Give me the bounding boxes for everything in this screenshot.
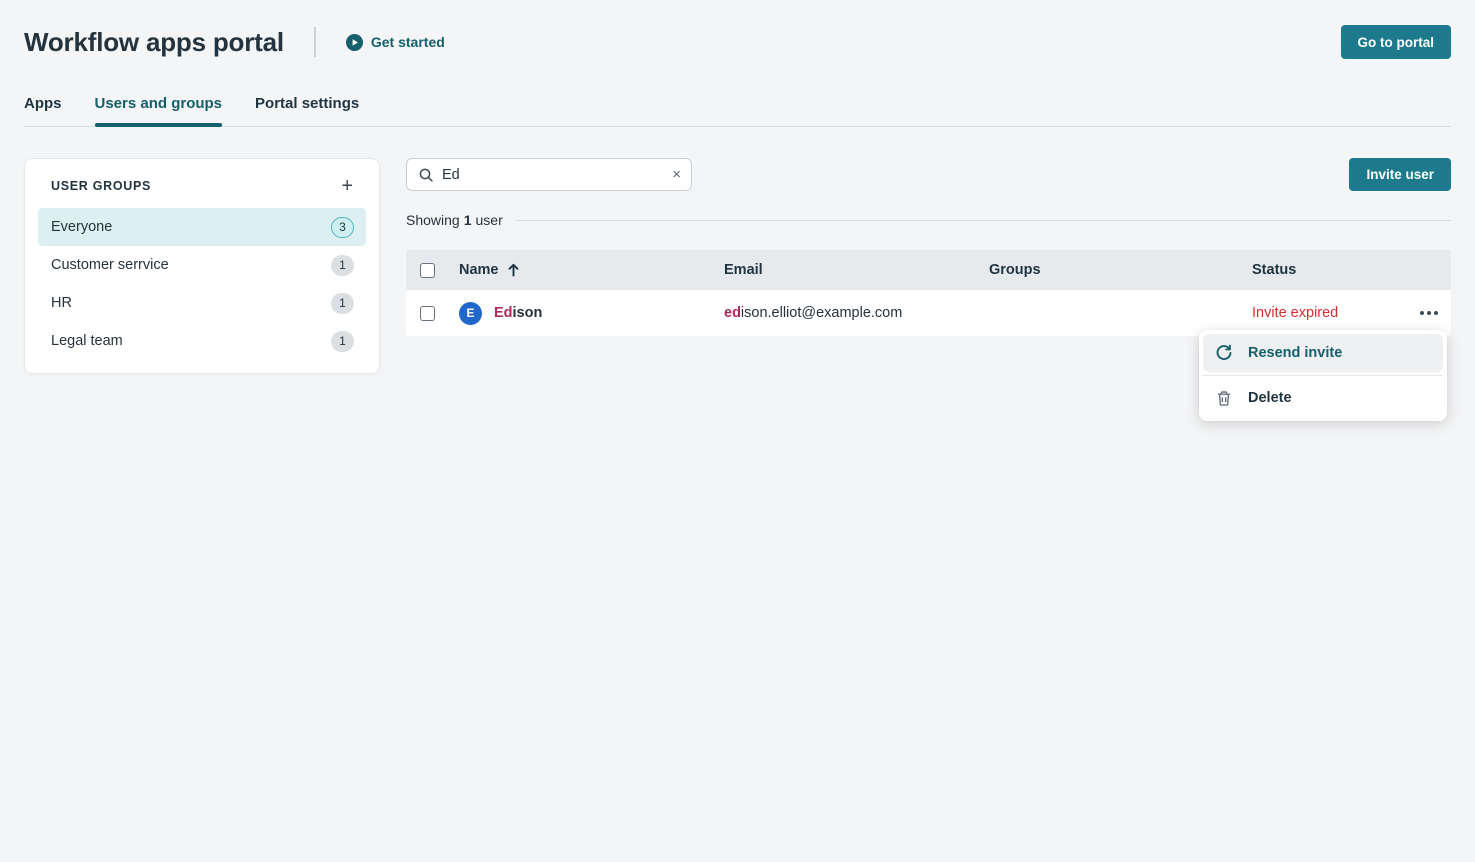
menu-item-resend-invite[interactable]: Resend invite xyxy=(1203,334,1443,372)
search-icon xyxy=(418,167,434,183)
summary-divider xyxy=(516,220,1451,221)
group-count-badge: 1 xyxy=(331,331,354,352)
menu-divider xyxy=(1203,375,1443,376)
row-checkbox-cell xyxy=(406,306,459,321)
play-icon xyxy=(346,34,363,51)
status-badge: Invite expired xyxy=(1252,305,1338,321)
go-to-portal-button[interactable]: Go to portal xyxy=(1341,25,1452,59)
showing-prefix: Showing xyxy=(406,212,460,228)
showing-suffix: user xyxy=(476,212,503,228)
invite-user-button[interactable]: Invite user xyxy=(1349,158,1451,191)
menu-item-delete[interactable]: Delete xyxy=(1203,379,1443,417)
group-label: Customer serrvice xyxy=(51,257,169,273)
group-label: Legal team xyxy=(51,333,123,349)
ellipsis-icon[interactable] xyxy=(1418,305,1440,321)
table-header-row: Name Email Groups Status xyxy=(406,250,1451,290)
user-status-cell: Invite expired xyxy=(1252,305,1451,321)
main-panel: × Invite user Showing 1 user Name xyxy=(406,158,1451,336)
menu-item-label: Resend invite xyxy=(1248,345,1342,361)
main-toolbar: × Invite user xyxy=(406,158,1451,191)
user-name-cell: E Edison xyxy=(459,302,724,325)
menu-item-label: Delete xyxy=(1248,390,1292,406)
arrow-up-icon xyxy=(507,263,520,277)
tab-apps[interactable]: Apps xyxy=(24,95,62,126)
user-groups-header: USER GROUPS + xyxy=(38,176,366,196)
user-search-box: × xyxy=(406,158,692,191)
trash-icon xyxy=(1215,390,1233,407)
group-count-badge: 3 xyxy=(331,217,354,238)
plus-icon[interactable]: + xyxy=(341,176,353,196)
get-started-label: Get started xyxy=(371,34,445,50)
tab-portal-settings[interactable]: Portal settings xyxy=(255,95,359,126)
select-all-checkbox[interactable] xyxy=(420,263,435,278)
row-context-menu: Resend invite Delete xyxy=(1199,330,1447,421)
sidebar-item-customer-service[interactable]: Customer serrvice 1 xyxy=(38,246,366,284)
tab-users-and-groups[interactable]: Users and groups xyxy=(95,95,223,126)
user-email-cell: edison.elliot@example.com xyxy=(724,305,989,321)
result-count: 1 xyxy=(464,212,472,228)
column-header-groups[interactable]: Groups xyxy=(989,262,1252,278)
get-started-link[interactable]: Get started xyxy=(346,34,445,51)
row-checkbox[interactable] xyxy=(420,306,435,321)
user-groups-title: USER GROUPS xyxy=(51,179,151,193)
avatar: E xyxy=(459,302,482,325)
group-label: Everyone xyxy=(51,219,112,235)
group-count-badge: 1 xyxy=(331,293,354,314)
results-summary: Showing 1 user xyxy=(406,212,1451,228)
user-name: Edison xyxy=(494,305,542,321)
sidebar-item-hr[interactable]: HR 1 xyxy=(38,284,366,322)
header-checkbox-cell xyxy=(406,263,459,278)
refresh-icon xyxy=(1215,344,1233,362)
users-table: Name Email Groups Status xyxy=(406,250,1451,336)
search-input[interactable] xyxy=(442,167,664,183)
column-header-name[interactable]: Name xyxy=(459,262,724,278)
page-title: Workflow apps portal xyxy=(24,27,284,58)
sidebar-item-everyone[interactable]: Everyone 3 xyxy=(38,208,366,246)
column-header-status[interactable]: Status xyxy=(1252,262,1451,278)
group-label: HR xyxy=(51,295,72,311)
top-bar: Workflow apps portal Get started Go to p… xyxy=(24,0,1451,59)
title-separator xyxy=(314,27,316,57)
close-icon[interactable]: × xyxy=(672,167,681,182)
user-groups-panel: USER GROUPS + Everyone 3 Customer serrvi… xyxy=(24,158,380,374)
column-header-email[interactable]: Email xyxy=(724,262,989,278)
group-count-badge: 1 xyxy=(331,255,354,276)
sidebar-item-legal-team[interactable]: Legal team 1 xyxy=(38,322,366,360)
page: Workflow apps portal Get started Go to p… xyxy=(0,0,1475,374)
tab-bar: Apps Users and groups Portal settings xyxy=(24,95,1451,127)
